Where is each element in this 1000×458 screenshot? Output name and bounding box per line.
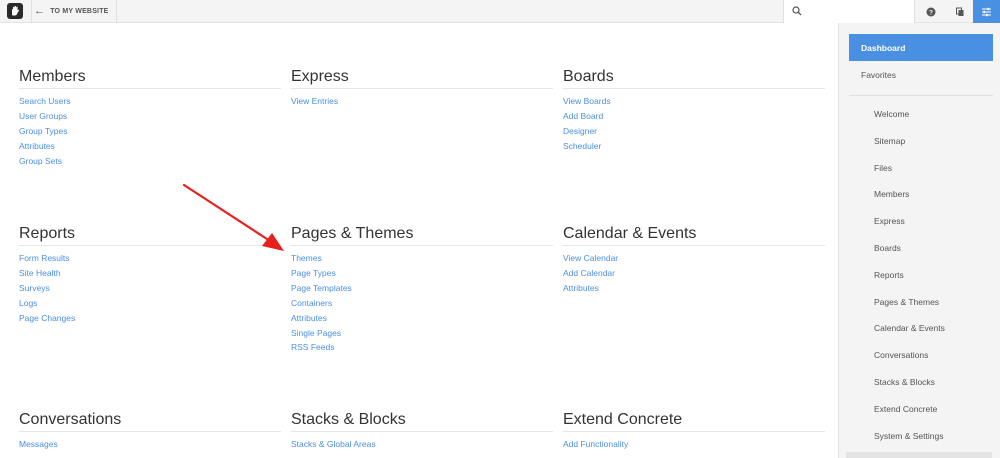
- link-themes[interactable]: Themes: [291, 251, 553, 266]
- link-group-types[interactable]: Group Types: [19, 124, 281, 139]
- help-button[interactable]: ?: [917, 0, 944, 23]
- search-icon: [792, 6, 802, 16]
- sidebar-item-system-settings[interactable]: System & Settings: [849, 426, 993, 446]
- section-title: Boards: [563, 68, 825, 89]
- section-title: Express: [291, 68, 553, 89]
- section-title: Reports: [19, 225, 281, 246]
- link-list: Add Functionality: [563, 437, 825, 452]
- link-page-templates[interactable]: Page Templates: [291, 281, 553, 296]
- section-title: Members: [19, 68, 281, 89]
- link-page-types[interactable]: Page Types: [291, 266, 553, 281]
- link-add-board[interactable]: Add Board: [563, 109, 825, 124]
- help-icon: ?: [926, 7, 935, 16]
- link-scheduler[interactable]: Scheduler: [563, 139, 825, 154]
- link-add-functionality[interactable]: Add Functionality: [563, 437, 825, 452]
- sidebar-item-favorites[interactable]: Favorites: [849, 64, 993, 86]
- search-box[interactable]: [783, 0, 915, 23]
- section-pages-themes: Pages & Themes Themes Page Types Page Te…: [291, 225, 553, 355]
- sidebar-item-conversations[interactable]: Conversations: [849, 345, 993, 365]
- arrow-left-icon: ←: [34, 5, 46, 17]
- link-list: View Calendar Add Calendar Attributes: [563, 251, 825, 296]
- link-list: Messages: [19, 437, 281, 452]
- section-reports: Reports Form Results Site Health Surveys…: [19, 225, 281, 326]
- toolbar-divider: [116, 0, 117, 23]
- link-view-entries[interactable]: View Entries: [291, 94, 553, 109]
- section-members: Members Search Users User Groups Group T…: [19, 68, 281, 169]
- section-title: Pages & Themes: [291, 225, 553, 246]
- link-list: Stacks & Global Areas: [291, 437, 553, 452]
- sidebar-item-stacks-blocks[interactable]: Stacks & Blocks: [849, 372, 993, 392]
- toolbar-divider: [31, 0, 32, 23]
- link-surveys[interactable]: Surveys: [19, 281, 281, 296]
- link-stacks-global-areas[interactable]: Stacks & Global Areas: [291, 437, 553, 452]
- settings-button[interactable]: [973, 0, 1000, 23]
- svg-text:?: ?: [929, 9, 933, 16]
- link-view-boards[interactable]: View Boards: [563, 94, 825, 109]
- sidebar-item-reports[interactable]: Reports: [849, 265, 993, 285]
- link-single-pages[interactable]: Single Pages: [291, 326, 553, 341]
- sidebar-item-files[interactable]: Files: [849, 158, 993, 178]
- link-designer[interactable]: Designer: [563, 124, 825, 139]
- link-form-results[interactable]: Form Results: [19, 251, 281, 266]
- link-site-health[interactable]: Site Health: [19, 266, 281, 281]
- section-conversations: Conversations Messages: [19, 411, 281, 452]
- sidebar-scroll-edge: [846, 452, 992, 458]
- section-boards: Boards View Boards Add Board Designer Sc…: [563, 68, 825, 154]
- link-attributes[interactable]: Attributes: [563, 281, 825, 296]
- section-stacks-blocks: Stacks & Blocks Stacks & Global Areas: [291, 411, 553, 452]
- link-list: View Boards Add Board Designer Scheduler: [563, 94, 825, 154]
- link-rss-feeds[interactable]: RSS Feeds: [291, 340, 553, 355]
- link-containers[interactable]: Containers: [291, 296, 553, 311]
- link-logs[interactable]: Logs: [19, 296, 281, 311]
- section-extend-concrete: Extend Concrete Add Functionality: [563, 411, 825, 452]
- clipboard-icon: [955, 7, 963, 16]
- link-user-groups[interactable]: User Groups: [19, 109, 281, 124]
- sidebar-item-extend-concrete[interactable]: Extend Concrete: [849, 399, 993, 419]
- link-list: View Entries: [291, 94, 553, 109]
- section-calendar-events: Calendar & Events View Calendar Add Cale…: [563, 225, 825, 296]
- sidebar-item-express[interactable]: Express: [849, 211, 993, 231]
- link-add-calendar[interactable]: Add Calendar: [563, 266, 825, 281]
- sidebar-item-members[interactable]: Members: [849, 184, 993, 204]
- section-title: Stacks & Blocks: [291, 411, 553, 432]
- section-express: Express View Entries: [291, 68, 553, 109]
- back-to-website-link[interactable]: ← TO MY WEBSITE: [34, 0, 114, 23]
- link-attributes[interactable]: Attributes: [19, 139, 281, 154]
- link-group-sets[interactable]: Group Sets: [19, 154, 281, 169]
- sidebar-divider: [849, 95, 993, 96]
- sidebar-item-dashboard[interactable]: Dashboard: [849, 34, 993, 61]
- link-attributes[interactable]: Attributes: [291, 311, 553, 326]
- top-toolbar: ← TO MY WEBSITE ?: [0, 0, 1000, 23]
- link-list: Search Users User Groups Group Types Att…: [19, 94, 281, 169]
- link-page-changes[interactable]: Page Changes: [19, 311, 281, 326]
- link-messages[interactable]: Messages: [19, 437, 281, 452]
- sidebar-item-sitemap[interactable]: Sitemap: [849, 131, 993, 151]
- link-list: Themes Page Types Page Templates Contain…: [291, 251, 553, 355]
- link-search-users[interactable]: Search Users: [19, 94, 281, 109]
- clipboard-button[interactable]: [946, 0, 973, 23]
- back-link-label: TO MY WEBSITE: [50, 8, 109, 15]
- search-input[interactable]: [806, 3, 911, 19]
- section-title: Extend Concrete: [563, 411, 825, 432]
- sliders-icon: [982, 7, 991, 16]
- sidebar-item-calendar-events[interactable]: Calendar & Events: [849, 318, 993, 338]
- link-list: Form Results Site Health Surveys Logs Pa…: [19, 251, 281, 326]
- sidebar-item-welcome[interactable]: Welcome: [849, 104, 993, 124]
- section-title: Calendar & Events: [563, 225, 825, 246]
- logo-icon[interactable]: [7, 3, 23, 19]
- link-view-calendar[interactable]: View Calendar: [563, 251, 825, 266]
- sidebar-item-boards[interactable]: Boards: [849, 238, 993, 258]
- dashboard-sidebar: Dashboard Favorites Welcome Sitemap File…: [838, 23, 1000, 458]
- section-title: Conversations: [19, 411, 281, 432]
- dashboard-main: Members Search Users User Groups Group T…: [0, 23, 838, 458]
- sidebar-item-pages-themes[interactable]: Pages & Themes: [849, 292, 993, 312]
